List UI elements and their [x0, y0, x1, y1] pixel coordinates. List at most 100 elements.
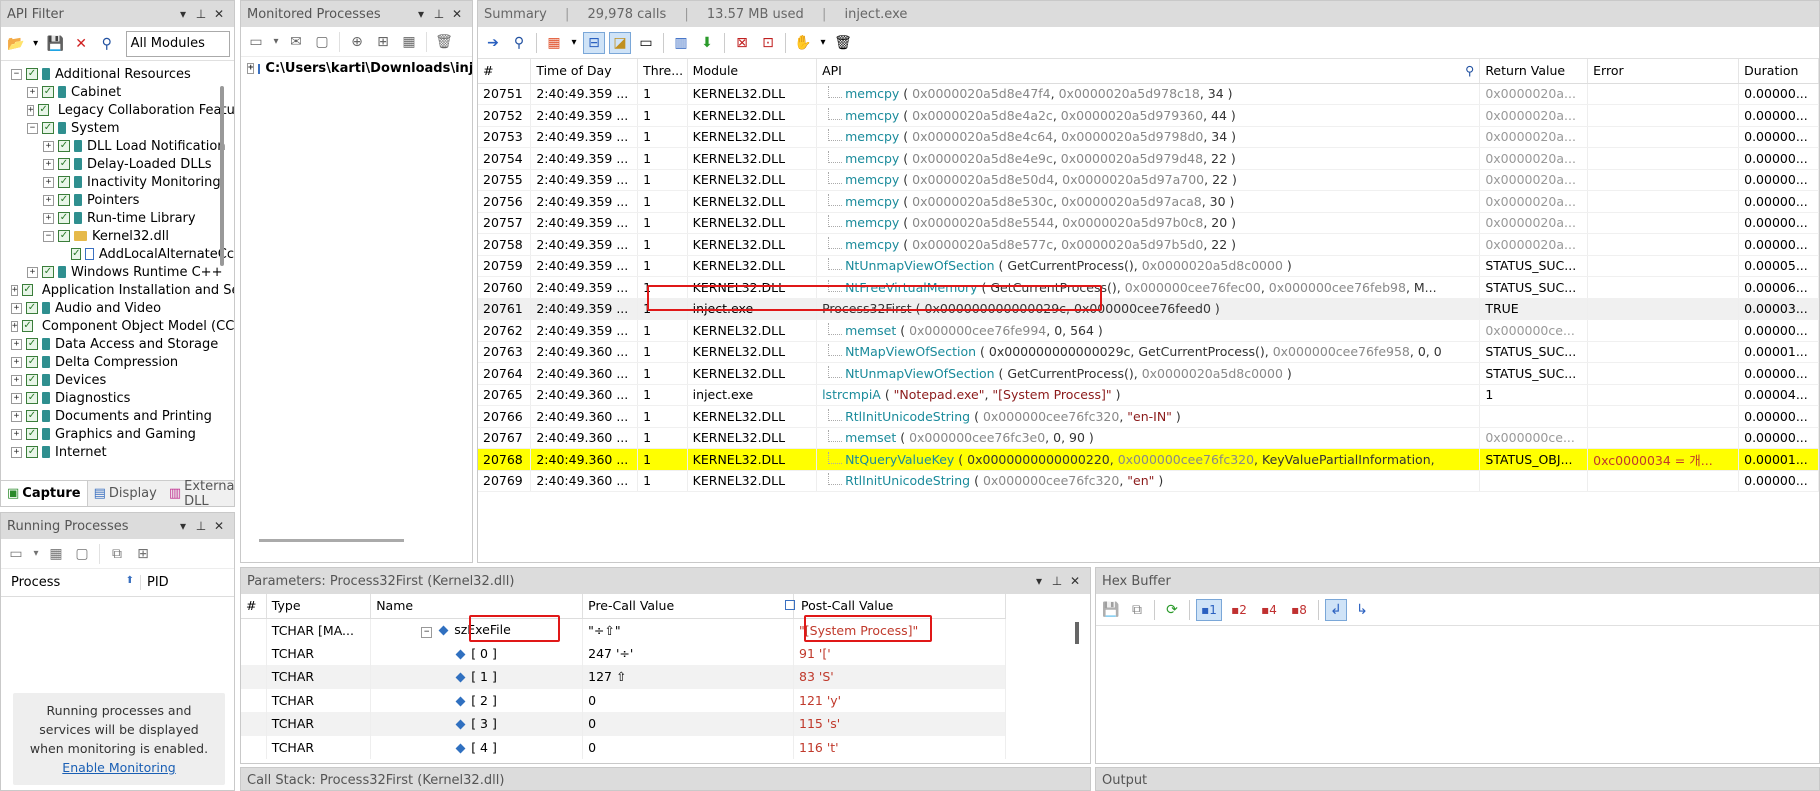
pin-icon[interactable]: ⊥ [1048, 574, 1066, 588]
call-row[interactable]: 20751 2:40:49.359 ... 1 KERNEL32.DLL memcpy … [478, 83, 1819, 105]
services-icon[interactable]: ⧉ [106, 543, 128, 565]
dropdown-arrow-icon[interactable]: ▾ [31, 543, 41, 565]
call-row[interactable]: 20760 2:40:49.359 ... 1 KERNEL32.DLL NtFreeV… [478, 276, 1819, 299]
monitor-icon[interactable]: ▭ [5, 543, 27, 565]
expand-icon[interactable]: + [27, 86, 38, 98]
monitored-process-item[interactable]: + C:\Users\karti\Downloads\inject.e [241, 57, 472, 80]
checkbox-checked-icon[interactable]: ✓ [42, 122, 54, 134]
expand-icon[interactable]: + [43, 212, 54, 224]
close-icon[interactable]: ✕ [210, 7, 228, 21]
properties-icon[interactable]: ▦ [398, 31, 420, 53]
clear-filter-icon[interactable]: ⊡ [757, 32, 779, 54]
checkbox-checked-icon[interactable]: ✓ [58, 194, 70, 206]
tree-node[interactable]: + ✓ Data Access and Storage [11, 335, 234, 353]
expand-icon[interactable]: + [43, 176, 54, 188]
checkbox-checked-icon[interactable]: ✓ [58, 176, 70, 188]
monitor-icon[interactable]: ▭ [245, 31, 267, 53]
checkbox-checked-icon[interactable]: ✓ [26, 338, 38, 350]
dropdown-icon[interactable]: ▾ [174, 7, 192, 21]
checkbox-checked-icon[interactable]: ✓ [26, 302, 38, 314]
collapse-icon[interactable]: − [43, 230, 54, 242]
byte-1-button[interactable]: ▪ 1 [1196, 598, 1222, 621]
expand-icon[interactable]: + [11, 356, 22, 368]
binoculars-icon[interactable]: ⚲ [508, 32, 530, 54]
checkbox-checked-icon[interactable]: ✓ [22, 320, 33, 332]
close-icon[interactable]: ✕ [1066, 574, 1084, 588]
column-header[interactable]: Type [266, 594, 372, 619]
highlight-icon[interactable]: ◪ [609, 31, 631, 54]
tree-node[interactable]: − ✓ Kernel32.dll [11, 227, 234, 245]
column-header[interactable]: Post-Call Value [785, 594, 1006, 619]
tree-node[interactable]: + ✓ Audio and Video [11, 299, 234, 317]
column-header[interactable]: # [241, 594, 267, 619]
call-row[interactable]: 20766 2:40:49.360 ... 1 KERNEL32.DLL RtlInit… [478, 405, 1819, 428]
call-row[interactable]: 20762 2:40:49.359 ... 1 KERNEL32.DLL memset … [478, 319, 1819, 342]
param-row[interactable]: TCHAR [ 4 ] 0 116 't' [241, 735, 1006, 759]
dropdown-arrow-icon[interactable]: ▾ [271, 31, 281, 53]
dropdown-arrow-icon[interactable]: ▾ [31, 33, 41, 55]
expand-icon[interactable]: + [27, 104, 35, 116]
tree-node[interactable]: + ✓ Delay-Loaded DLLs [11, 155, 234, 173]
tab-capture[interactable]: ▣ Capture [1, 481, 88, 506]
column-header[interactable]: # [478, 59, 532, 84]
call-row[interactable]: 20753 2:40:49.359 ... 1 KERNEL32.DLL memcpy … [478, 126, 1819, 148]
error-filter-icon[interactable]: ⊠ [731, 32, 753, 54]
hand-icon[interactable]: ✋ [792, 32, 814, 54]
byte-2-button[interactable]: ▪ 2 [1226, 599, 1252, 621]
call-row[interactable]: 20764 2:40:49.360 ... 1 KERNEL32.DLL NtUnmap… [478, 362, 1819, 385]
checkbox-checked-icon[interactable]: ✓ [26, 392, 38, 404]
tree-node[interactable]: + ✓ Application Installation and Se [11, 281, 234, 299]
big-endian-icon[interactable]: ↳ [1351, 599, 1373, 621]
checkbox-checked-icon[interactable]: ✓ [26, 428, 38, 440]
trash-icon[interactable]: 🗑 [433, 31, 455, 53]
pin-icon[interactable]: ⊥ [192, 7, 210, 21]
search-icon[interactable]: ⚲ [1465, 63, 1474, 78]
enable-monitoring-link[interactable]: Enable Monitoring [13, 758, 225, 777]
call-row[interactable]: 20768 2:40:49.360 ... 1 KERNEL32.DLL NtQuery… [478, 448, 1819, 471]
tree-node[interactable]: − ✓ Additional Resources [11, 65, 234, 83]
column-header[interactable]: Thre... [637, 59, 688, 84]
column-process[interactable]: Process ⬆ [1, 575, 141, 590]
byte-8-button[interactable]: ▪ 8 [1286, 599, 1312, 621]
call-row[interactable]: 20752 2:40:49.359 ... 1 KERNEL32.DLL memcpy … [478, 104, 1819, 127]
checkbox-checked-icon[interactable]: ✓ [58, 230, 70, 242]
column-header[interactable]: Module [687, 59, 818, 84]
copy-icon[interactable]: ⧉ [1126, 599, 1148, 621]
close-icon[interactable]: ✕ [210, 519, 228, 533]
call-row[interactable]: 20769 2:40:49.360 ... 1 KERNEL32.DLL RtlInit… [478, 470, 1819, 492]
trash-icon[interactable]: 🗑 [832, 32, 854, 54]
checkbox-checked-icon[interactable]: ✓ [71, 248, 82, 260]
expand-icon[interactable]: + [11, 428, 22, 440]
collapse-icon[interactable]: − [11, 68, 22, 80]
tree-node[interactable]: + ✓ Graphics and Gaming [11, 425, 234, 443]
column-header[interactable]: Time of Day [530, 59, 639, 84]
checkbox-checked-icon[interactable]: ✓ [42, 266, 54, 278]
checkbox-checked-icon[interactable]: ✓ [26, 374, 38, 386]
param-row[interactable]: TCHAR [ 1 ] 127 ⇧ 83 'S' [241, 665, 1006, 689]
call-row[interactable]: 20761 2:40:49.359 ... 1 inject.exe Process32… [478, 298, 1819, 320]
checkbox-checked-icon[interactable]: ✓ [42, 86, 54, 98]
little-endian-icon[interactable]: ↲ [1325, 598, 1347, 621]
delete-icon[interactable]: ✕ [70, 33, 92, 55]
expand-icon[interactable]: + [11, 320, 19, 332]
tree-view-icon[interactable]: ⊟ [583, 31, 605, 54]
tab-display[interactable]: ▤ Display [88, 481, 163, 506]
tree-node[interactable]: + ✓ Documents and Printing [11, 407, 234, 425]
checkbox-checked-icon[interactable]: ✓ [22, 284, 33, 296]
expand-icon[interactable]: + [11, 410, 22, 422]
columns-icon[interactable]: ▥ [670, 32, 692, 54]
call-row[interactable]: 20755 2:40:49.359 ... 1 KERNEL32.DLL memcpy … [478, 169, 1819, 191]
open-folder-icon[interactable]: 📂 [5, 33, 27, 55]
param-row[interactable]: TCHAR [ 2 ] 0 121 'y' [241, 688, 1006, 712]
column-header[interactable]: Name [370, 594, 584, 619]
checkbox-checked-icon[interactable]: ✓ [26, 410, 38, 422]
expand-icon[interactable]: + [11, 338, 22, 350]
tree-node[interactable]: + ✓ Diagnostics [11, 389, 234, 407]
network-icon[interactable]: ⊞ [132, 543, 154, 565]
tree-node[interactable]: − ✓ System [11, 119, 234, 137]
save-icon[interactable]: 💾 [1100, 599, 1122, 621]
dropdown-icon[interactable]: ▾ [1030, 574, 1048, 588]
call-row[interactable]: 20758 2:40:49.359 ... 1 KERNEL32.DLL memcpy … [478, 233, 1819, 256]
call-row[interactable]: 20763 2:40:49.360 ... 1 KERNEL32.DLL NtMapVi… [478, 341, 1819, 363]
pin-icon[interactable]: ⊥ [192, 519, 210, 533]
